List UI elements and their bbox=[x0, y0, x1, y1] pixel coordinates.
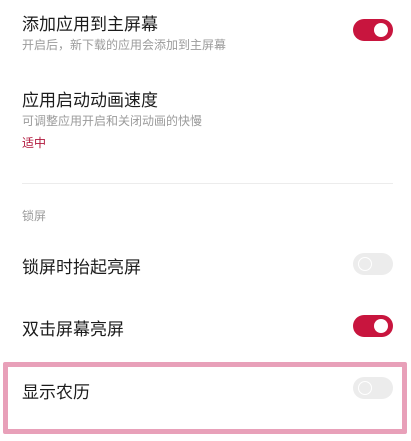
setting-row-show-lunar[interactable]: 显示农历 bbox=[0, 367, 411, 429]
section-divider bbox=[22, 183, 393, 184]
show-lunar-toggle[interactable] bbox=[353, 377, 393, 399]
setting-subtitle: 可调整应用开启和关闭动画的快慢 bbox=[22, 114, 203, 128]
setting-title: 双击屏幕亮屏 bbox=[22, 320, 124, 340]
raise-to-wake-toggle[interactable] bbox=[353, 253, 393, 275]
toggle-knob bbox=[374, 319, 388, 333]
setting-title: 锁屏时抬起亮屏 bbox=[22, 258, 141, 278]
toggle-knob bbox=[358, 381, 372, 395]
setting-row-raise-to-wake[interactable]: 锁屏时抬起亮屏 bbox=[0, 240, 411, 290]
animation-speed-value: 适中 bbox=[22, 136, 47, 150]
setting-row-animation-speed[interactable]: 应用启动动画速度 可调整应用开启和关闭动画的快慢 适中 bbox=[0, 80, 411, 160]
setting-subtitle: 开启后，新下载的应用会添加到主屏幕 bbox=[22, 38, 227, 52]
lock-section-header: 锁屏 bbox=[22, 209, 47, 223]
setting-row-add-to-home[interactable]: 添加应用到主屏幕 开启后，新下载的应用会添加到主屏幕 bbox=[0, 0, 411, 60]
setting-title: 应用启动动画速度 bbox=[22, 91, 158, 111]
toggle-knob bbox=[358, 257, 372, 271]
add-to-home-toggle[interactable] bbox=[353, 19, 393, 41]
toggle-knob bbox=[374, 23, 388, 37]
setting-row-double-tap-wake[interactable]: 双击屏幕亮屏 bbox=[0, 300, 411, 350]
setting-title: 显示农历 bbox=[22, 383, 90, 403]
setting-title: 添加应用到主屏幕 bbox=[22, 15, 158, 35]
double-tap-wake-toggle[interactable] bbox=[353, 315, 393, 337]
